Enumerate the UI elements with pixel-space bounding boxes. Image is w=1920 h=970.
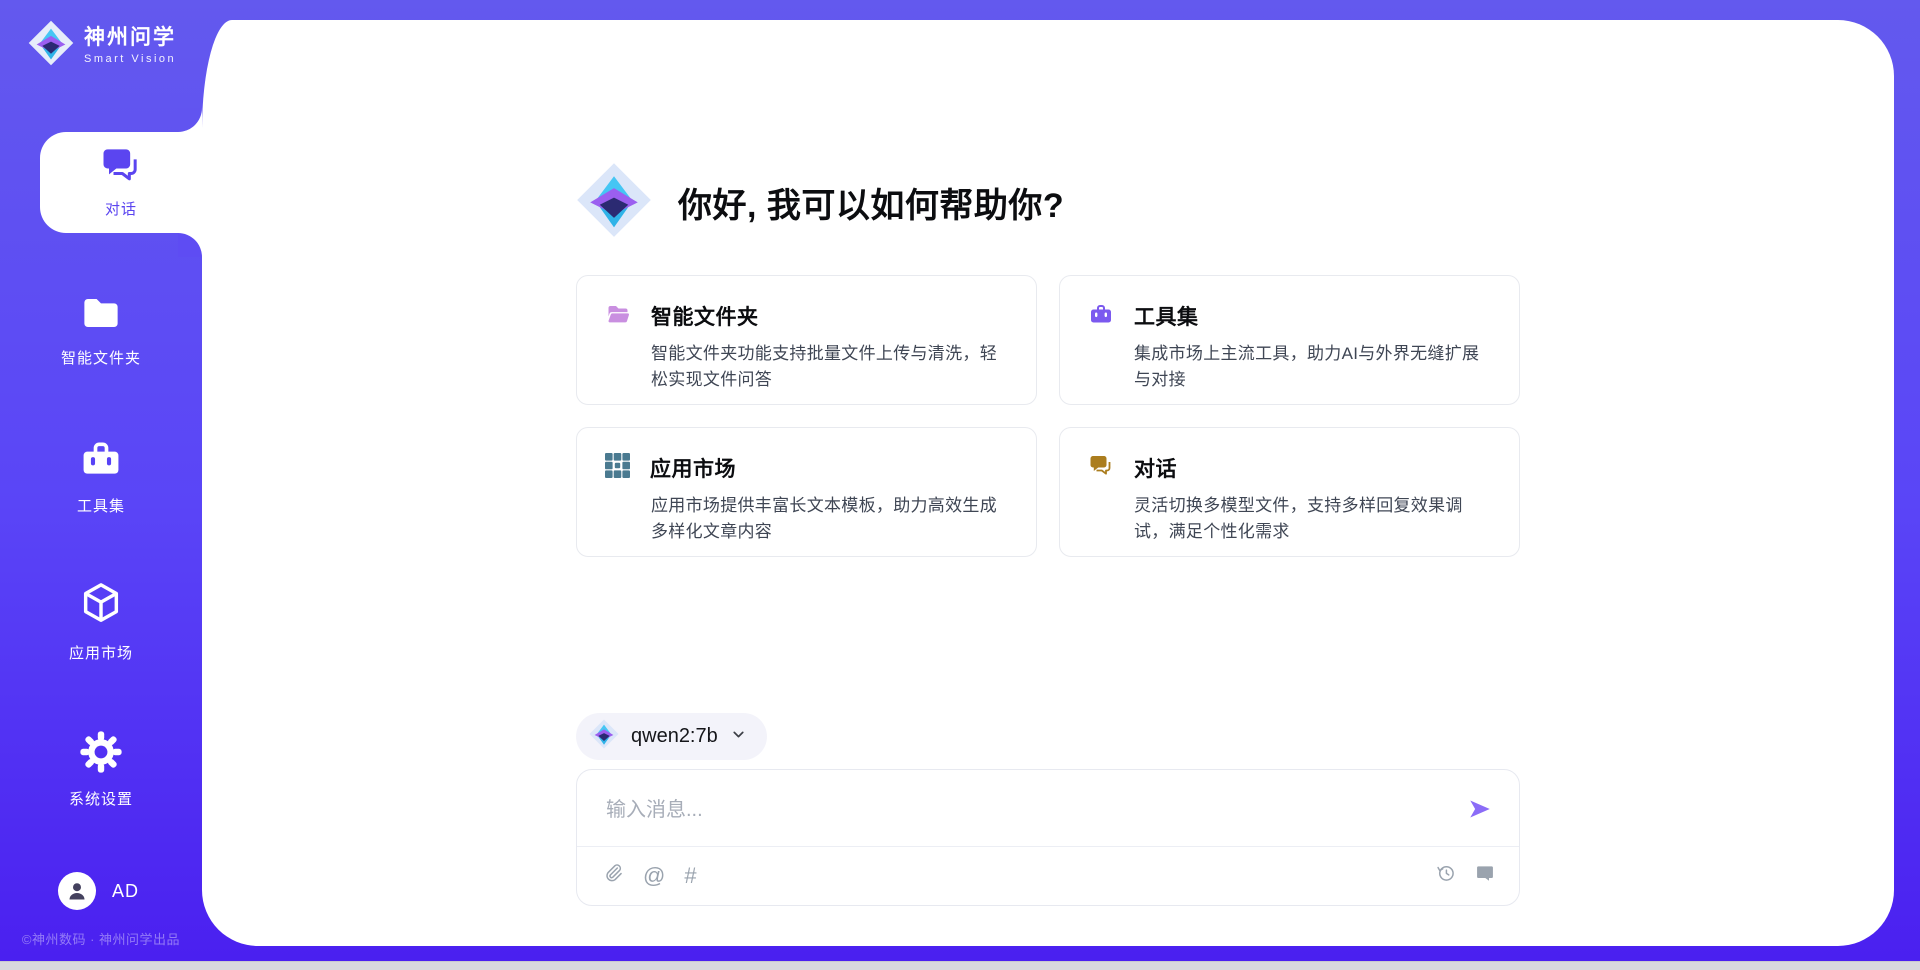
conversation-button[interactable] — [1475, 863, 1495, 889]
sidebar-item-settings[interactable]: 系统设置 — [0, 730, 202, 809]
model-diamond-logo-icon — [589, 719, 619, 754]
brand-name: 神州问学 — [84, 26, 176, 50]
copyright-text: ©神州数码 · 神州问学出品 — [0, 929, 202, 948]
card-title: 工具集 — [1134, 301, 1199, 331]
at-icon: @ — [643, 863, 665, 889]
user-block[interactable]: AD — [58, 872, 139, 910]
card-title: 应用市场 — [650, 453, 736, 483]
paperclip-icon — [604, 863, 624, 889]
send-icon — [1467, 796, 1493, 825]
attach-button[interactable] — [604, 863, 624, 889]
gear-icon — [79, 730, 123, 779]
card-description: 应用市场提供丰富长文本模板，助力高效生成多样化文章内容 — [651, 493, 1008, 546]
grid-icon — [605, 453, 630, 483]
brand-diamond-logo-icon — [28, 20, 74, 71]
folder-icon — [80, 293, 122, 338]
model-selector[interactable]: qwen2:7b — [576, 713, 767, 760]
card-chat[interactable]: 对话 灵活切换多模型文件，支持多样回复效果调试，满足个性化需求 — [1059, 427, 1520, 557]
hash-icon: # — [684, 863, 696, 889]
card-toolkit[interactable]: 工具集 集成市场上主流工具，助力AI与外界无缝扩展与对接 — [1059, 275, 1520, 405]
card-app-market[interactable]: 应用市场 应用市场提供丰富长文本模板，助力高效生成多样化文章内容 — [576, 427, 1037, 557]
message-composer: @ # — [576, 769, 1520, 906]
briefcase-icon — [79, 437, 123, 486]
chevron-down-icon — [730, 726, 747, 748]
card-description: 灵活切换多模型文件，支持多样回复效果调试，满足个性化需求 — [1134, 493, 1491, 546]
folder-open-icon — [605, 302, 631, 331]
main-content: 你好, 我可以如何帮助你? 智能文件夹 智能文件夹功能支持批量文件上传与清洗，轻… — [576, 20, 1520, 946]
brand-subtitle: Smart Vision — [84, 53, 176, 65]
sidebar-item-toolkit[interactable]: 工具集 — [0, 437, 202, 516]
card-description: 智能文件夹功能支持批量文件上传与清洗，轻松实现文件问答 — [651, 341, 1008, 394]
history-button[interactable] — [1436, 863, 1456, 889]
sidebar-item-chat[interactable]: 对话 — [40, 132, 202, 233]
topic-button[interactable]: # — [684, 863, 696, 889]
page-scrollbar[interactable] — [0, 961, 1920, 970]
user-initials: AD — [112, 881, 139, 902]
assistant-diamond-logo-icon — [576, 162, 652, 243]
chat-bubbles-icon — [1088, 454, 1114, 483]
card-description: 集成市场上主流工具，助力AI与外界无缝扩展与对接 — [1134, 341, 1491, 394]
cube-icon — [78, 580, 124, 633]
avatar — [58, 872, 96, 910]
greeting-title: 你好, 我可以如何帮助你? — [678, 178, 1064, 227]
sidebar-item-label: 系统设置 — [69, 788, 133, 809]
history-icon — [1436, 863, 1456, 889]
sidebar-item-label: 智能文件夹 — [61, 347, 141, 368]
feature-cards: 智能文件夹 智能文件夹功能支持批量文件上传与清洗，轻松实现文件问答 工具集 — [576, 275, 1520, 557]
message-input[interactable] — [604, 798, 1463, 823]
sidebar-item-label: 对话 — [105, 198, 137, 219]
tab-fillet-bottom — [178, 233, 202, 257]
sidebar-item-label: 应用市场 — [69, 642, 133, 663]
main-panel: 你好, 我可以如何帮助你? 智能文件夹 智能文件夹功能支持批量文件上传与清洗，轻… — [202, 20, 1894, 946]
sidebar-item-label: 工具集 — [77, 495, 125, 516]
model-name: qwen2:7b — [631, 725, 718, 748]
composer-toolbar: @ # — [577, 847, 1519, 905]
card-smart-folder[interactable]: 智能文件夹 智能文件夹功能支持批量文件上传与清洗，轻松实现文件问答 — [576, 275, 1037, 405]
greeting-block: 你好, 我可以如何帮助你? — [576, 162, 1064, 243]
sidebar-item-app-market[interactable]: 应用市场 — [0, 580, 202, 663]
brand-logo-block: 神州问学 Smart Vision — [28, 20, 176, 71]
card-title: 智能文件夹 — [651, 301, 759, 331]
sidebar: 神州问学 Smart Vision 对话 智能文件夹 — [0, 0, 202, 970]
chat-square-icon — [1475, 863, 1495, 889]
briefcase-icon — [1088, 302, 1114, 331]
chat-bubbles-icon — [101, 146, 141, 191]
card-title: 对话 — [1134, 453, 1177, 483]
sidebar-item-smart-folder[interactable]: 智能文件夹 — [0, 293, 202, 368]
send-button[interactable] — [1463, 792, 1497, 829]
mention-button[interactable]: @ — [643, 863, 665, 889]
tab-fillet-top — [178, 108, 202, 132]
